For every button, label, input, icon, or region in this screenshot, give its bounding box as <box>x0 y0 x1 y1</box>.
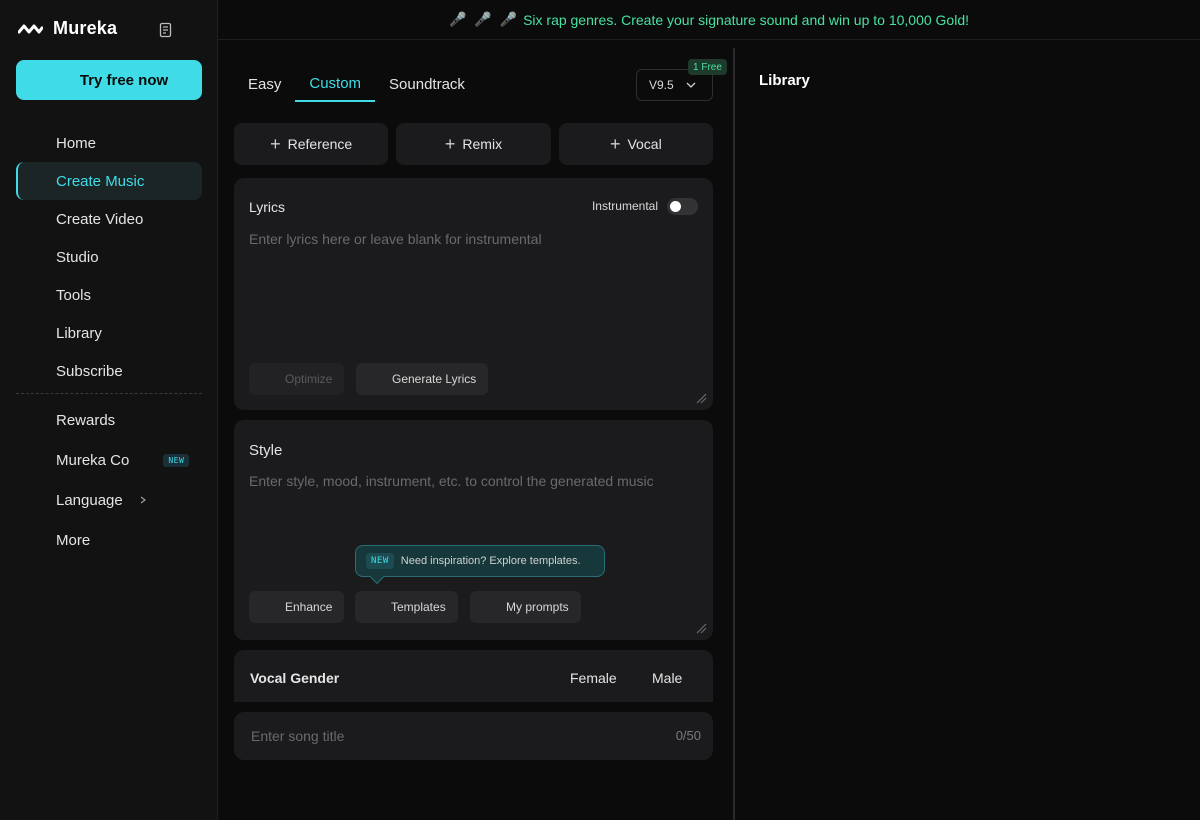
library-title: Library <box>759 72 810 89</box>
sidebar-item-library[interactable]: Library <box>16 314 202 352</box>
sidebar-item-subscribe[interactable]: Subscribe <box>16 352 202 390</box>
add-vocal-button[interactable]: + Vocal <box>558 123 713 165</box>
song-title-counter: 0/50 <box>675 728 701 743</box>
try-free-button[interactable]: Try free now <box>16 60 202 100</box>
microphone-icon: 🎤 🎤 🎤 <box>448 11 520 27</box>
enhance-button[interactable]: Enhance <box>249 591 345 623</box>
sidebar-item-studio[interactable]: Studio <box>16 238 202 276</box>
plus-icon: + <box>444 134 456 154</box>
tab-custom[interactable]: Custom <box>295 66 376 102</box>
vocal-gender-card: Vocal Gender Female Male <box>234 650 713 702</box>
sidebar-item-language[interactable]: Language <box>16 480 202 520</box>
sidebar: Mureka Try free now Home Create Music Cr… <box>0 0 218 820</box>
song-title-field[interactable]: Enter song title 0/50 <box>234 712 713 760</box>
optimize-button[interactable]: Optimize <box>249 363 345 395</box>
sidebar-divider <box>16 393 202 394</box>
style-title: Style <box>249 442 283 459</box>
add-actions: + Reference + Remix + Vocal <box>234 123 713 165</box>
vocal-gender-male[interactable]: Male <box>652 670 682 686</box>
sidebar-item-create-music[interactable]: Create Music <box>16 162 202 200</box>
chevron-right-icon <box>140 496 146 504</box>
banner-text: Six rap genres. Create your signature so… <box>523 11 970 28</box>
tab-easy[interactable]: Easy <box>234 66 295 102</box>
free-badge: 1 Free <box>688 59 727 75</box>
chevron-down-icon <box>686 82 696 88</box>
vocal-gender-female[interactable]: Female <box>570 670 617 686</box>
sidebar-item-label: Language <box>56 491 123 509</box>
song-title-placeholder: Enter song title <box>251 728 345 744</box>
plus-icon: + <box>270 134 281 154</box>
style-card: Style Enter style, mood, instrument, etc… <box>234 420 713 640</box>
add-remix-button[interactable]: + Remix <box>396 123 551 165</box>
add-reference-label: Reference <box>287 136 353 152</box>
generate-lyrics-button[interactable]: Generate Lyrics <box>356 363 489 395</box>
promo-banner[interactable]: 🎤 🎤 🎤 Six rap genres. Create your signat… <box>218 0 1200 40</box>
mureka-logo-icon <box>18 24 43 33</box>
sidebar-item-more[interactable]: More <box>16 520 202 560</box>
lyrics-card: Lyrics Instrumental Enter lyrics here or… <box>234 178 713 410</box>
brand-name: Mureka <box>53 18 118 38</box>
templates-button[interactable]: Templates <box>355 591 458 623</box>
version-value: V9.5 <box>649 78 674 92</box>
sidebar-nav: Home Create Music Create Video Studio To… <box>16 124 202 560</box>
templates-tooltip[interactable]: NEW Need inspiration? Explore templates. <box>355 545 605 585</box>
lyrics-title: Lyrics <box>249 199 286 215</box>
sidebar-item-rewards[interactable]: Rewards <box>16 400 202 440</box>
instrumental-label: Instrumental <box>591 199 658 213</box>
my-prompts-button[interactable]: My prompts <box>470 591 581 623</box>
resize-handle-icon[interactable] <box>695 622 707 634</box>
sidebar-item-create-video[interactable]: Create Video <box>16 200 202 238</box>
add-reference-button[interactable]: + Reference <box>234 123 389 165</box>
tab-soundtrack[interactable]: Soundtrack <box>375 66 479 102</box>
mode-tabs: Easy Custom Soundtrack <box>234 66 479 102</box>
sidebar-item-tools[interactable]: Tools <box>16 276 202 314</box>
panel-divider[interactable] <box>733 48 735 820</box>
document-icon[interactable] <box>159 22 173 38</box>
vocal-gender-title: Vocal Gender <box>250 670 340 686</box>
add-vocal-label: Vocal <box>627 136 662 152</box>
lyrics-input[interactable]: Enter lyrics here or leave blank for ins… <box>249 231 542 247</box>
tooltip-text: Need inspiration? Explore templates. <box>400 555 581 567</box>
instrumental-toggle[interactable] <box>667 198 698 215</box>
plus-icon: + <box>609 134 621 154</box>
sidebar-item-label: Mureka Co <box>56 451 130 469</box>
new-tag: NEW <box>366 553 394 569</box>
brand[interactable]: Mureka <box>18 18 117 39</box>
sidebar-item-mureka-co[interactable]: Mureka Co NEW <box>16 440 202 480</box>
new-badge: NEW <box>163 453 190 467</box>
sidebar-item-home[interactable]: Home <box>16 124 202 162</box>
style-input[interactable]: Enter style, mood, instrument, etc. to c… <box>249 473 654 489</box>
resize-handle-icon[interactable] <box>695 392 707 404</box>
add-remix-label: Remix <box>462 136 503 152</box>
